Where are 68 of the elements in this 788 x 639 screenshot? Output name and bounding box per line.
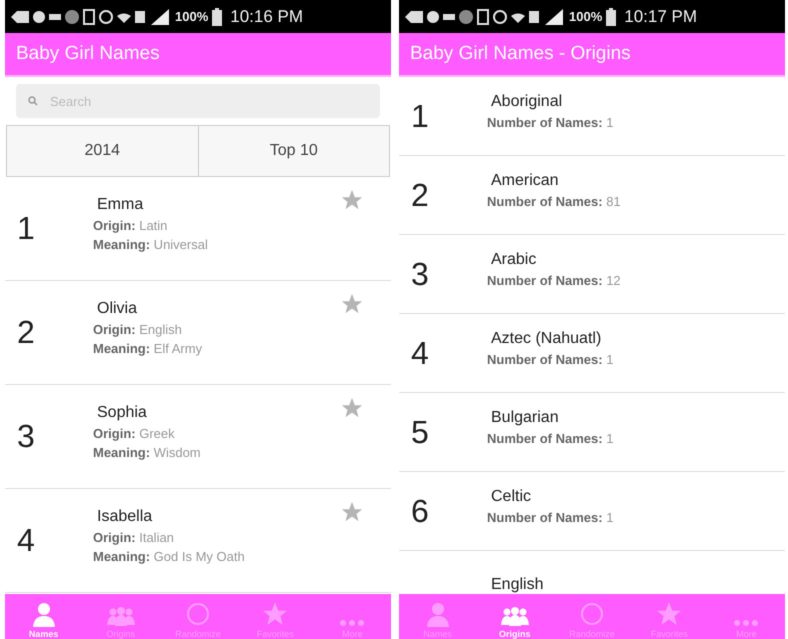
origin-title[interactable]: English <box>487 576 544 594</box>
rank-number: 6 <box>411 492 430 530</box>
segment-tab[interactable]: Top 10 <box>198 126 389 176</box>
star-icon <box>655 601 684 627</box>
segment-tab[interactable]: 2014 <box>7 126 198 176</box>
battery-percent: 100% <box>569 9 602 24</box>
origin-text: Origin: Greek <box>93 426 176 440</box>
meaning-text: Meaning: Universal <box>93 236 208 252</box>
app-title: Baby Girl Names <box>16 43 160 65</box>
count-text: Number of Names: 1 <box>487 510 614 524</box>
name-title[interactable]: Emma <box>93 196 208 214</box>
origin-title[interactable]: Aboriginal <box>487 92 614 110</box>
meaning-text: Meaning: Wisdom <box>93 444 201 460</box>
origin-text: Origin: Italian <box>93 530 175 544</box>
battery-percent: 100% <box>175 9 208 24</box>
star-icon[interactable] <box>341 189 363 211</box>
more-icon <box>339 619 366 627</box>
bluetooth-icon <box>65 10 79 24</box>
rank-number: 1 <box>411 98 430 134</box>
group-icon <box>106 605 135 627</box>
rank-number: 3 <box>17 418 36 455</box>
battery-icon <box>212 8 222 26</box>
search-icon <box>28 96 38 106</box>
rank-number: 4 <box>411 334 430 372</box>
signal-icon <box>543 8 565 24</box>
rank-number: 5 <box>411 414 430 450</box>
count-text: Number of Names: 1 <box>487 114 614 130</box>
rank-number: 4 <box>17 522 36 559</box>
person-icon <box>424 601 451 627</box>
meaning-text: Meaning: God Is My Oath <box>93 548 245 564</box>
count-text: Number of Names: 1 <box>487 430 614 446</box>
tag-icon <box>11 10 29 22</box>
star-icon[interactable] <box>341 397 363 419</box>
origin-text: Origin: Latin <box>93 218 168 232</box>
rank-number: 3 <box>411 256 430 292</box>
star-icon <box>261 601 290 627</box>
origin-text: Origin: English <box>93 322 183 336</box>
star-icon[interactable] <box>341 293 363 315</box>
origin-title[interactable]: Celtic <box>487 488 614 506</box>
wifi-icon <box>511 10 525 22</box>
origin-title[interactable]: American <box>487 172 621 190</box>
clock: 10:16 PM <box>230 6 304 26</box>
count-text: Number of Names: 12 <box>487 272 621 288</box>
origin-title[interactable]: Aztec (Nahuatl) <box>487 330 614 348</box>
person-icon <box>30 601 57 627</box>
count-text: Number of Names: 81 <box>487 194 621 208</box>
name-title[interactable]: Olivia <box>93 300 202 318</box>
count-text: Number of Names: 1 <box>487 352 614 366</box>
name-title[interactable]: Sophia <box>93 404 201 422</box>
rank-number: 2 <box>17 314 36 351</box>
meaning-text: Meaning: Elf Army <box>93 340 202 356</box>
signal-icon <box>149 8 171 24</box>
origin-title[interactable]: Bulgarian <box>487 408 614 426</box>
clock: 10:17 PM <box>624 6 698 26</box>
bluetooth-icon <box>459 10 473 24</box>
wifi-icon <box>117 10 131 22</box>
star-icon[interactable] <box>341 501 363 523</box>
alarm-icon <box>493 10 507 24</box>
tag-icon <box>405 10 423 22</box>
battery-icon <box>606 8 616 26</box>
more-icon <box>733 619 760 627</box>
rank-number: 2 <box>411 176 430 214</box>
group-icon <box>500 605 529 627</box>
app-title: Baby Girl Names - Origins <box>410 43 631 65</box>
origin-title[interactable]: Arabic <box>487 250 621 268</box>
rank-number: 1 <box>17 210 36 247</box>
name-title[interactable]: Isabella <box>93 508 245 526</box>
alarm-icon <box>99 10 113 24</box>
